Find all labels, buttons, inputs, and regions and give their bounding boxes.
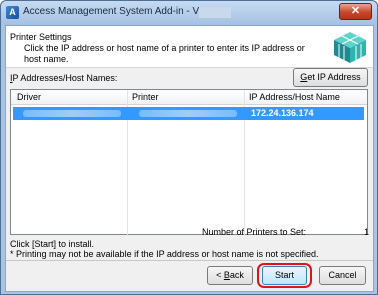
- get-ip-label: et IP Address: [307, 72, 361, 82]
- window-title: Access Management System Add-in - Ver.: [23, 6, 210, 17]
- back-button[interactable]: < Back: [207, 266, 253, 285]
- ip-address-cell[interactable]: 172.24.136.174: [251, 108, 314, 118]
- column-ip-address[interactable]: IP Address/Host Name: [249, 92, 340, 102]
- back-prefix: <: [216, 270, 224, 280]
- printer-cube-icon: [334, 32, 366, 63]
- get-ip-address-button[interactable]: Get IP Address: [293, 68, 368, 87]
- column-driver[interactable]: Driver: [17, 92, 41, 102]
- start-button[interactable]: Start: [262, 266, 307, 285]
- table-row[interactable]: 172.24.136.174: [13, 107, 364, 120]
- cancel-button[interactable]: Cancel: [319, 266, 366, 285]
- printer-count-value: 1: [364, 227, 370, 237]
- printer-list[interactable]: Driver Printer IP Address/Host Name 172.…: [10, 89, 368, 236]
- app-icon: A: [6, 6, 19, 19]
- version-redaction: [199, 7, 231, 18]
- printer-count-label: Number of Printers to Set:: [202, 227, 307, 237]
- back-label: ack: [229, 270, 244, 280]
- close-icon: ✕: [350, 5, 361, 17]
- column-printer[interactable]: Printer: [132, 92, 159, 102]
- page-description: Click the IP address or host name of a p…: [24, 43, 305, 64]
- list-header: Driver Printer IP Address/Host Name: [11, 90, 367, 105]
- dialog-window: A Access Management System Add-in - Ver.…: [0, 0, 378, 295]
- page-title: Printer Settings: [10, 32, 72, 42]
- dialog-body: Printer Settings Click the IP address or…: [5, 25, 374, 292]
- hosts-label-text: P Addresses/Host Names:: [12, 73, 118, 83]
- close-button[interactable]: ✕: [339, 3, 372, 20]
- install-instruction: Click [Start] to install.: [10, 239, 95, 249]
- printer-cell-redacted: [139, 110, 237, 117]
- footer-divider: [6, 260, 373, 261]
- header-panel: Printer Settings Click the IP address or…: [6, 26, 373, 68]
- hosts-label: IP Addresses/Host Names:: [10, 73, 117, 83]
- printing-note: * Printing may not be available if the I…: [10, 249, 319, 259]
- title-bar[interactable]: A Access Management System Add-in - Ver.…: [1, 1, 377, 25]
- driver-cell-redacted: [23, 110, 121, 117]
